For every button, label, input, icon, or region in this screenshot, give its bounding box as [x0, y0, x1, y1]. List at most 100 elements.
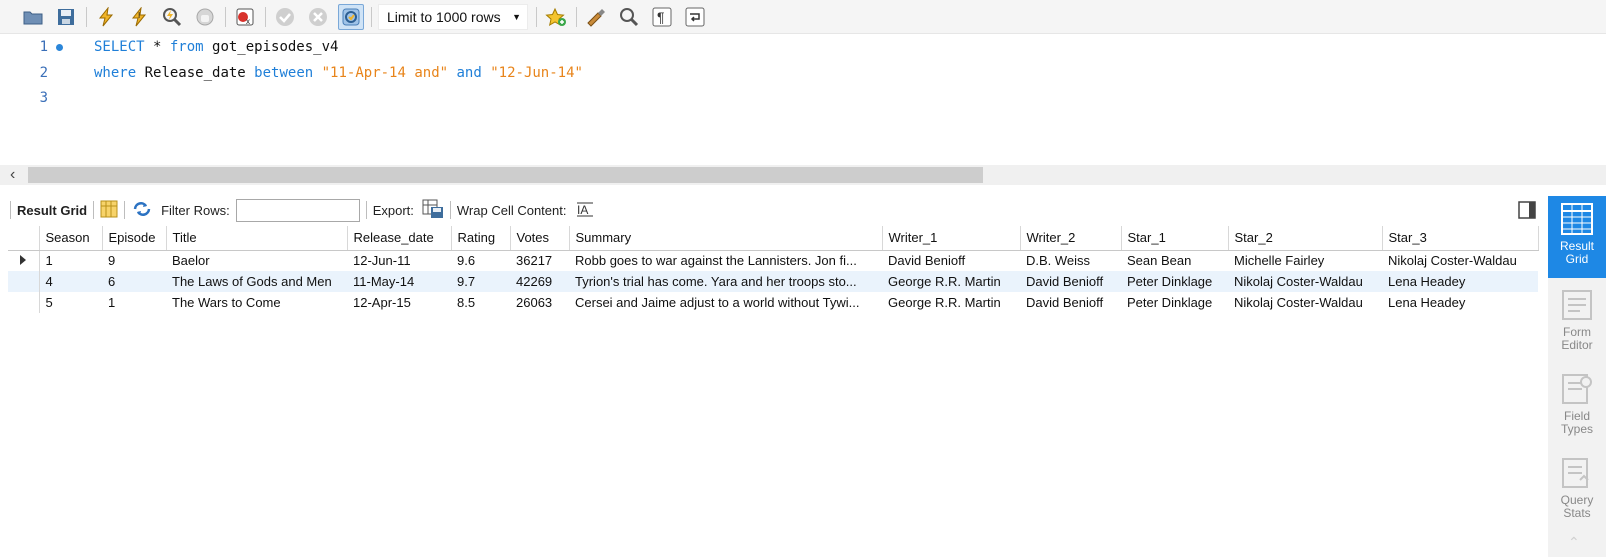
grid-cell[interactable]: 1	[102, 292, 166, 313]
row-header[interactable]	[8, 250, 40, 271]
chevron-down-icon: ▼	[512, 11, 521, 22]
wrap-icon[interactable]	[682, 4, 708, 30]
grid-cell[interactable]: Tyrion's trial has come. Yara and her tr…	[569, 271, 882, 292]
grid-cell[interactable]: 11-May-14	[347, 271, 451, 292]
execute-current-icon[interactable]: I	[126, 4, 152, 30]
grid-cell[interactable]: The Wars to Come	[166, 292, 347, 313]
grid-cell[interactable]: George R.R. Martin	[882, 271, 1020, 292]
wrap-cell-content-label: Wrap Cell Content:	[456, 202, 567, 218]
grid-cell[interactable]: D.B. Weiss	[1020, 250, 1121, 271]
column-header-votes[interactable]: Votes	[510, 226, 570, 251]
grid-columns-icon[interactable]	[100, 200, 118, 221]
filter-rows-input[interactable]	[235, 198, 360, 222]
autocommit-icon[interactable]	[338, 3, 364, 30]
grid-cell[interactable]: Nikolaj Coster-Waldau	[1228, 271, 1382, 292]
rollback-icon[interactable]	[305, 4, 331, 30]
grid-cell[interactable]: Nikolaj Coster-Waldau	[1228, 292, 1382, 313]
grid-cell[interactable]: Cersei and Jaime adjust to a world witho…	[569, 292, 882, 313]
grid-cell[interactable]: 1	[39, 250, 102, 271]
sql-editor[interactable]: 1 SELECT * from got_episodes_v4 2 where …	[0, 34, 1606, 164]
column-header-title[interactable]: Title	[166, 226, 348, 251]
grid-cell[interactable]: 8.5	[451, 292, 510, 313]
table-row[interactable]: 4 6 The Laws of Gods and Men 11-May-14 9.7 42…	[8, 271, 1538, 292]
toolbar-separator	[225, 6, 226, 27]
scrollbar-thumb[interactable]	[28, 167, 983, 183]
grid-cell[interactable]: 26063	[510, 292, 569, 313]
save-icon[interactable]	[53, 4, 79, 30]
scroll-left-icon[interactable]: ‹	[10, 166, 15, 184]
explain-icon[interactable]	[159, 4, 185, 30]
limit-rows-label: Limit to 1000 rows	[387, 8, 501, 25]
refresh-icon[interactable]	[131, 200, 153, 221]
column-header-star-1[interactable]: Star_1	[1121, 226, 1229, 251]
grid-cell[interactable]: 5	[39, 292, 102, 313]
grid-cell[interactable]: David Benioff	[1020, 271, 1121, 292]
column-header-writer-2[interactable]: Writer_2	[1020, 226, 1122, 251]
grid-cell[interactable]: 9.7	[451, 271, 510, 292]
grid-cell[interactable]: The Laws of Gods and Men	[166, 271, 347, 292]
row-header[interactable]	[8, 292, 40, 313]
grid-cell[interactable]: Sean Bean	[1121, 250, 1228, 271]
column-header-summary[interactable]: Summary	[569, 226, 883, 251]
export-icon[interactable]	[422, 199, 444, 222]
sidebar-item-field-types[interactable]: Field Types	[1548, 366, 1606, 446]
grid-cell[interactable]: 9	[102, 250, 166, 271]
code-line: 3	[0, 87, 94, 109]
grid-cell[interactable]: 12-Apr-15	[347, 292, 451, 313]
sidebar-item-form-editor[interactable]: Form Editor	[1548, 282, 1606, 362]
column-header-star-3[interactable]: Star_3	[1382, 226, 1539, 251]
stop-icon[interactable]	[192, 4, 218, 30]
code-text: SELECT * from got_episodes_v4	[68, 39, 338, 55]
open-folder-icon[interactable]	[20, 4, 46, 30]
invisible-chars-icon[interactable]: ¶	[649, 4, 675, 30]
grid-cell[interactable]: 9.6	[451, 250, 510, 271]
result-grid[interactable]: Season Episode Title Release_date Rating Vote…	[8, 226, 1548, 313]
grid-cell[interactable]: George R.R. Martin	[882, 292, 1020, 313]
editor-horizontal-scrollbar[interactable]: ‹	[0, 165, 1606, 185]
limit-rows-select[interactable]: Limit to 1000 rows ▼	[378, 3, 528, 30]
sql-string: "12-Jun-14"	[490, 65, 583, 81]
code-line: 2 where Release_date between "11-Apr-14 …	[0, 62, 583, 84]
wrap-cell-icon[interactable]: IA	[576, 200, 594, 221]
column-header-episode[interactable]: Episode	[102, 226, 167, 251]
result-grid-label: Result Grid	[17, 202, 88, 218]
toggle-error-icon[interactable]: x	[232, 4, 258, 30]
sidebar-item-result-grid[interactable]: Result Grid	[1548, 196, 1606, 278]
svg-text:x: x	[246, 17, 250, 26]
grid-cell[interactable]: Nikolaj Coster-Waldau	[1382, 250, 1538, 271]
grid-cell[interactable]: Lena Headey	[1382, 271, 1538, 292]
column-header-season[interactable]: Season	[39, 226, 103, 251]
grid-cell[interactable]: David Benioff	[882, 250, 1020, 271]
grid-cell[interactable]: 12-Jun-11	[347, 250, 451, 271]
column-header-star-2[interactable]: Star_2	[1228, 226, 1383, 251]
chevron-up-icon[interactable]: ⌃	[1568, 534, 1580, 551]
grid-cell[interactable]: 4	[39, 271, 102, 292]
grid-cell[interactable]: 6	[102, 271, 166, 292]
sidebar-item-query-stats[interactable]: Query Stats	[1548, 450, 1606, 530]
beautify-icon[interactable]	[583, 4, 609, 30]
sql-text: *	[144, 39, 170, 55]
table-row[interactable]: 5 1 The Wars to Come 12-Apr-15 8.5 26063 Cerse…	[8, 292, 1538, 313]
grid-cell[interactable]: Baelor	[166, 250, 347, 271]
add-snippet-icon[interactable]	[543, 4, 569, 30]
find-icon[interactable]	[616, 4, 642, 30]
execute-icon[interactable]	[93, 4, 119, 30]
table-row[interactable]: 1 9 Baelor 12-Jun-11 9.6 36217 Robb goes to wa…	[8, 250, 1538, 271]
grid-cell[interactable]: Peter Dinklage	[1121, 292, 1228, 313]
grid-cell[interactable]: Peter Dinklage	[1121, 271, 1228, 292]
grid-cell[interactable]: David Benioff	[1020, 292, 1121, 313]
grid-cell[interactable]: Michelle Fairley	[1228, 250, 1382, 271]
column-header-rating[interactable]: Rating	[451, 226, 511, 251]
column-header-writer-1[interactable]: Writer_1	[882, 226, 1021, 251]
row-header[interactable]	[8, 271, 40, 292]
grid-cell[interactable]: 36217	[510, 250, 569, 271]
toggle-side-panel-icon[interactable]	[1518, 201, 1536, 222]
grid-cell[interactable]: Robb goes to war against the Lannisters.…	[569, 250, 882, 271]
grid-cell[interactable]: 42269	[510, 271, 569, 292]
column-header-release-date[interactable]: Release_date	[347, 226, 452, 251]
grid-cell[interactable]: Lena Headey	[1382, 292, 1538, 313]
commit-icon[interactable]	[272, 4, 298, 30]
